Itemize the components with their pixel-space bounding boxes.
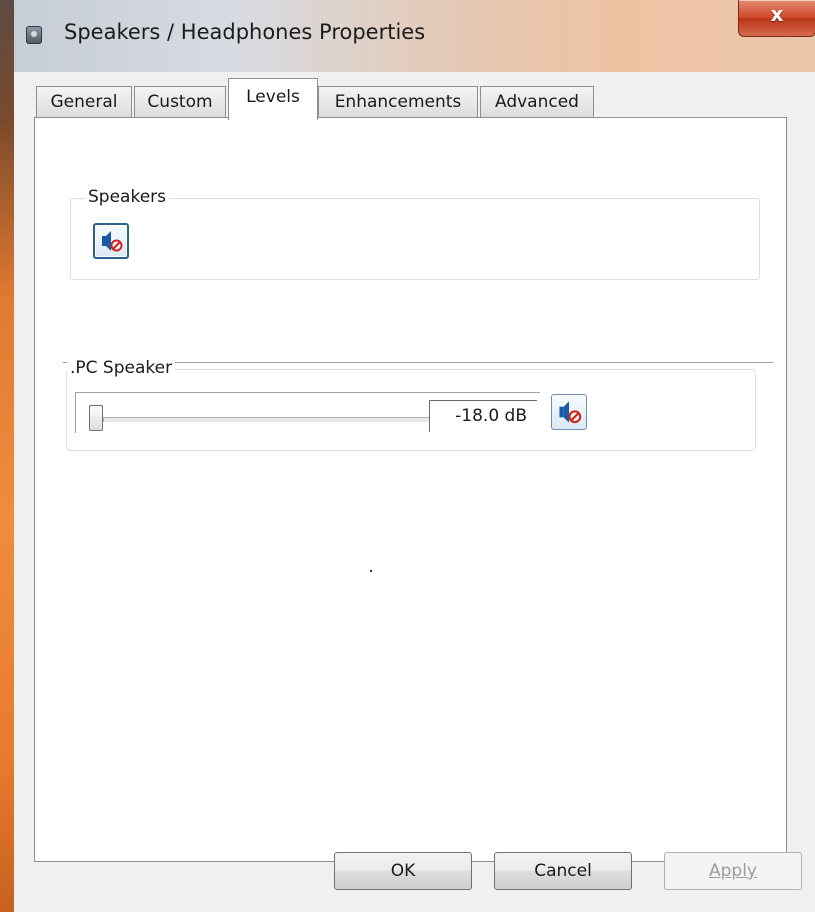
pc-speaker-group-label: .PC Speaker	[67, 358, 176, 378]
tab-levels[interactable]: Levels	[228, 78, 318, 120]
pc-speaker-groupbox: .PC Speaker -18.0 dB	[66, 358, 756, 451]
desktop-background-strip	[0, 0, 14, 912]
audio-device-icon	[26, 26, 42, 44]
speaker-muted-icon	[102, 231, 123, 252]
apply-button-label: Apply	[709, 861, 757, 881]
cancel-button[interactable]: Cancel	[494, 852, 632, 890]
close-icon: x	[770, 2, 784, 26]
apply-button[interactable]: Apply	[664, 852, 802, 890]
volume-slider-thumb[interactable]	[89, 405, 103, 431]
tab-custom[interactable]: Custom	[134, 86, 226, 118]
ok-button[interactable]: OK	[334, 852, 472, 890]
window-title: Speakers / Headphones Properties	[64, 20, 426, 44]
stray-dot	[370, 570, 372, 572]
tab-general[interactable]: General	[36, 86, 132, 118]
pc-speaker-mute-button[interactable]	[551, 394, 587, 430]
tab-advanced[interactable]: Advanced	[480, 86, 594, 118]
volume-slider-track[interactable]	[103, 417, 441, 422]
tab-enhancements[interactable]: Enhancements	[318, 86, 478, 118]
speakers-group-label: Speakers	[85, 187, 170, 207]
dialog-body: General Custom Levels Enhancements Advan…	[14, 72, 815, 912]
title-bar[interactable]: Speakers / Headphones Properties x	[14, 0, 815, 72]
volume-level-field[interactable]: -18.0 dB	[429, 400, 537, 432]
levels-panel: Speakers .PC Speaker -18.0 dB	[34, 117, 787, 862]
close-button[interactable]: x	[738, 0, 815, 37]
speakers-groupbox: Speakers	[70, 187, 760, 280]
volume-control-row: -18.0 dB	[67, 392, 547, 434]
speakers-mute-button[interactable]	[93, 223, 129, 259]
speaker-muted-icon	[559, 401, 582, 424]
